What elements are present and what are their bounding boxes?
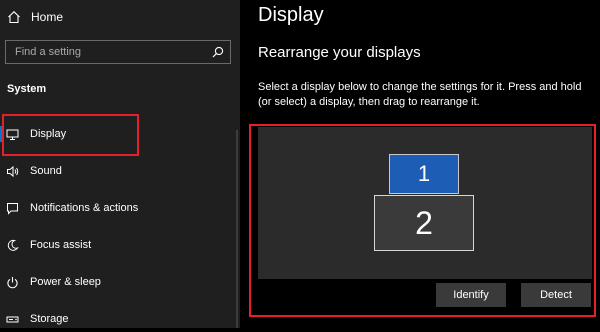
search-input[interactable] xyxy=(6,41,206,63)
speaker-icon xyxy=(7,165,19,177)
highlight-box-arrangement xyxy=(249,124,596,317)
home-icon xyxy=(8,11,20,24)
sidebar-item-label: Storage xyxy=(30,313,69,325)
scrollbar[interactable] xyxy=(236,130,238,328)
search-icon[interactable] xyxy=(212,46,224,58)
sidebar-item-sound[interactable]: Sound xyxy=(0,158,240,184)
section-label: System xyxy=(7,83,47,95)
home-label: Home xyxy=(31,10,64,24)
storage-icon xyxy=(6,316,19,322)
notification-icon xyxy=(7,202,18,215)
search-box[interactable] xyxy=(5,40,231,64)
sidebar-item-notifications[interactable]: Notifications & actions xyxy=(0,195,240,221)
highlight-box-display-item xyxy=(2,114,139,156)
sidebar-item-label: Sound xyxy=(30,165,62,177)
sidebar-item-power-sleep[interactable]: Power & sleep xyxy=(0,269,240,295)
power-icon xyxy=(7,276,18,288)
sidebar-item-label: Power & sleep xyxy=(30,276,101,288)
page-title: Display xyxy=(258,4,324,26)
sidebar: Home System Display Sound Notifications … xyxy=(0,0,240,328)
sidebar-item-label: Notifications & actions xyxy=(30,202,139,214)
instructions-text: Select a display below to change the set… xyxy=(258,81,582,108)
section-heading: Rearrange your displays xyxy=(258,44,421,61)
moon-icon xyxy=(7,239,19,251)
sidebar-item-label: Focus assist xyxy=(30,239,92,251)
home-link[interactable]: Home xyxy=(7,8,63,26)
sidebar-item-focus-assist[interactable]: Focus assist xyxy=(0,232,240,258)
sidebar-item-storage[interactable]: Storage xyxy=(0,306,240,332)
